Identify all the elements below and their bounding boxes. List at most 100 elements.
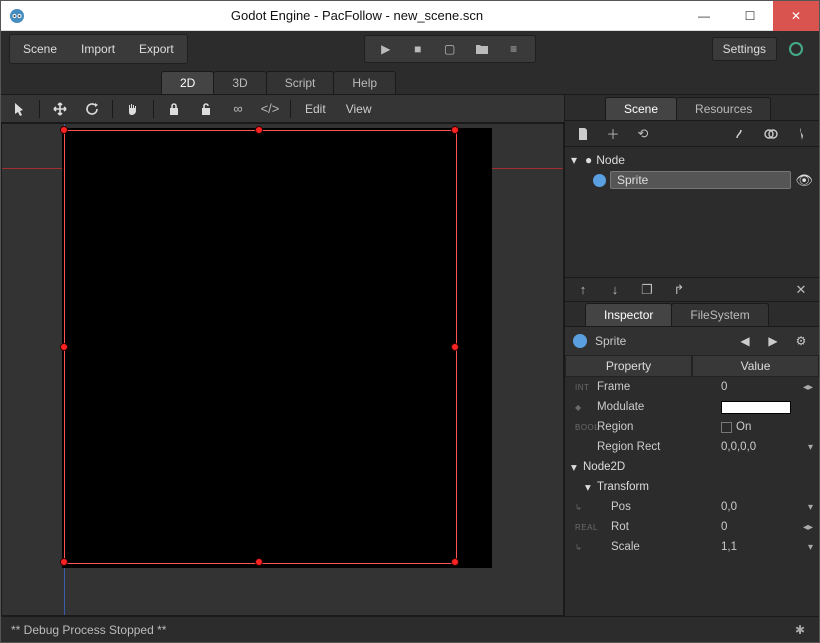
list-button[interactable]: ≡ (499, 38, 529, 60)
delete-icon[interactable]: ✕ (789, 279, 813, 301)
export-menu[interactable]: Export (128, 37, 185, 61)
sprite-maze[interactable] (62, 128, 492, 568)
status-text: ** Debug Process Stopped ** (11, 623, 166, 637)
select-tool-icon[interactable] (7, 98, 31, 120)
inspector-settings-icon[interactable]: ⚙ (791, 331, 811, 351)
node-icon: ● (585, 153, 592, 167)
workspace-tabs: 2D 3D Script Help (1, 67, 819, 95)
update-button[interactable] (781, 38, 811, 60)
viewport-2d[interactable] (1, 123, 564, 616)
scene-tree[interactable]: ▾ ● Node Sprite 👁 (565, 147, 819, 277)
play-controls: ▶ ■ ▢ ≡ (364, 35, 536, 63)
view-menu[interactable]: View (340, 102, 378, 116)
tab-inspector[interactable]: Inspector (585, 303, 672, 326)
minimize-button[interactable]: — (681, 1, 727, 31)
group-node2d[interactable]: ▾Node2D (565, 457, 819, 477)
spinner-icon: ✱ (795, 623, 809, 637)
header-value: Value (692, 355, 819, 377)
prop-scale[interactable]: ↳Scale 1,1▾ (565, 537, 819, 557)
window-controls: — ☐ ✕ (681, 1, 819, 31)
chevron-down-icon[interactable]: ▾ (571, 153, 581, 167)
move-tool-icon[interactable] (48, 98, 72, 120)
handle-mr[interactable] (451, 343, 459, 351)
window-title: Godot Engine - PacFollow - new_scene.scn (33, 8, 681, 23)
scene-bottom-toolbar: ↑ ↓ ❐ ↱ ✕ (565, 277, 819, 301)
history-back-icon[interactable]: ◀ (735, 331, 755, 351)
tab-resources[interactable]: Resources (676, 97, 771, 120)
handle-ml[interactable] (60, 343, 68, 351)
workspace-tab-3d[interactable]: 3D (213, 71, 266, 94)
tree-child-sprite[interactable]: Sprite 👁 (571, 169, 813, 191)
modulate-swatch[interactable] (721, 401, 791, 414)
new-node-icon[interactable] (571, 123, 595, 145)
reparent-icon[interactable]: ↱ (667, 279, 691, 301)
group-icon[interactable]: ∞ (226, 98, 250, 120)
prop-modulate[interactable]: ◆Modulate (565, 397, 819, 417)
editor-body: Scene Import Export ▶ ■ ▢ ≡ Settings (1, 31, 819, 642)
tab-scene[interactable]: Scene (605, 97, 677, 120)
sprite-type-icon (573, 334, 587, 348)
visibility-icon[interactable]: 👁 (795, 172, 813, 189)
property-list[interactable]: INTFrame 0◂▸ ◆Modulate BOOLRegion On Reg… (565, 377, 819, 616)
script-icon[interactable] (789, 123, 813, 145)
dock-body: ∞ </> Edit View (1, 95, 819, 616)
move-down-icon[interactable]: ↓ (603, 279, 627, 301)
scale-hint-icon: ↳ (575, 543, 582, 552)
workspace-tab-script[interactable]: Script (266, 71, 335, 94)
handle-tl[interactable] (60, 126, 68, 134)
scene-menu[interactable]: Scene (12, 37, 68, 61)
color-hint-icon: ◆ (575, 403, 582, 412)
scene-dock-tabs: Scene Resources (565, 95, 819, 121)
maximize-button[interactable]: ☐ (727, 1, 773, 31)
canvas-toolbar: ∞ </> Edit View (1, 95, 564, 123)
rotate-tool-icon[interactable] (80, 98, 104, 120)
handle-bm[interactable] (255, 558, 263, 566)
godot-icon (9, 8, 25, 24)
code-icon[interactable]: </> (258, 98, 282, 120)
connect-icon[interactable] (729, 123, 753, 145)
import-menu[interactable]: Import (70, 37, 126, 61)
inspector-object-name: Sprite (595, 334, 626, 348)
play-button[interactable]: ▶ (371, 38, 401, 60)
prop-frame[interactable]: INTFrame 0◂▸ (565, 377, 819, 397)
move-up-icon[interactable]: ↑ (571, 279, 595, 301)
workspace-tab-2d[interactable]: 2D (161, 71, 214, 94)
scene-toolbar: ＋ ⟲ (565, 121, 819, 147)
prop-region-rect[interactable]: Region Rect 0,0,0,0▾ (565, 437, 819, 457)
handle-tm[interactable] (255, 126, 263, 134)
handle-bl[interactable] (60, 558, 68, 566)
inspector-tabs: Inspector FileSystem (565, 301, 819, 327)
play-scene-button[interactable]: ▢ (435, 38, 465, 60)
stop-button[interactable]: ■ (403, 38, 433, 60)
tab-filesystem[interactable]: FileSystem (671, 303, 768, 326)
sprite-icon (593, 174, 606, 187)
pan-tool-icon[interactable] (121, 98, 145, 120)
tree-root[interactable]: ▾ ● Node (571, 151, 813, 169)
prop-region[interactable]: BOOLRegion On (565, 417, 819, 437)
groups-icon[interactable] (759, 123, 783, 145)
prop-pos[interactable]: ↳Pos 0,0▾ (565, 497, 819, 517)
property-headers: Property Value (565, 355, 819, 377)
top-toolbar: Scene Import Export ▶ ■ ▢ ≡ Settings (1, 31, 819, 67)
close-button[interactable]: ✕ (773, 1, 819, 31)
handle-br[interactable] (451, 558, 459, 566)
lock-icon[interactable] (162, 98, 186, 120)
prop-rot[interactable]: REALRot 0◂▸ (565, 517, 819, 537)
main-menu-group: Scene Import Export (9, 34, 188, 64)
settings-button[interactable]: Settings (712, 37, 777, 61)
add-node-icon[interactable]: ＋ (601, 123, 625, 145)
unlock-icon[interactable] (194, 98, 218, 120)
right-dock: Scene Resources ＋ ⟲ ▾ ● Node (564, 95, 819, 616)
region-checkbox[interactable] (721, 422, 732, 433)
tree-child-label: Sprite (610, 171, 791, 189)
instance-icon[interactable]: ⟲ (631, 123, 655, 145)
edit-menu[interactable]: Edit (299, 102, 332, 116)
handle-tr[interactable] (451, 126, 459, 134)
sprite-bg (62, 128, 492, 568)
workspace-tab-help[interactable]: Help (333, 71, 396, 94)
open-folder-button[interactable] (467, 38, 497, 60)
status-bar: ** Debug Process Stopped ** ✱ (1, 616, 819, 642)
duplicate-icon[interactable]: ❐ (635, 279, 659, 301)
group-transform[interactable]: ▾Transform (565, 477, 819, 497)
history-forward-icon[interactable]: ▶ (763, 331, 783, 351)
